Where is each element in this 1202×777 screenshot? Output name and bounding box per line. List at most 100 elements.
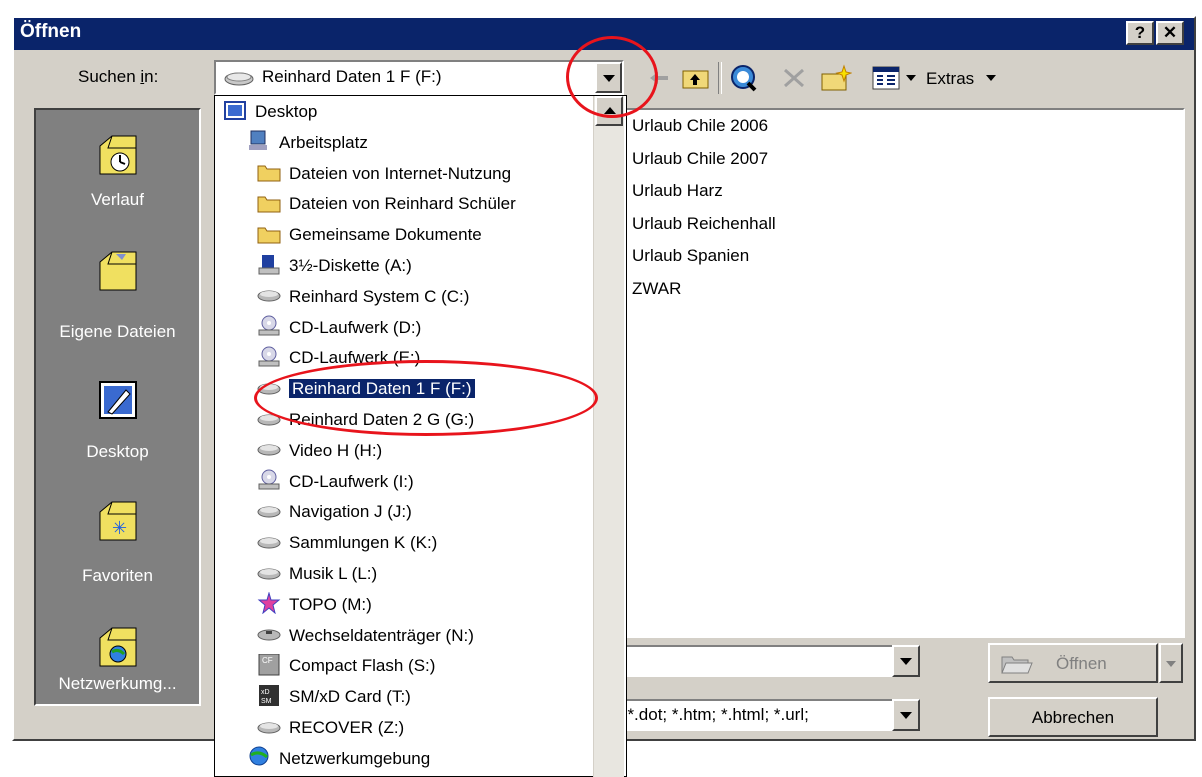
dropdown-item-label: CD-Laufwerk (D:) — [289, 317, 422, 337]
file-list-item[interactable]: Urlaub Chile 2007 — [632, 149, 768, 169]
file-list-item[interactable]: Urlaub Reichenhall — [632, 214, 776, 234]
dropdown-item[interactable]: Musik L (L:) — [257, 559, 377, 589]
favorites-folder-icon: ✳ — [99, 501, 137, 541]
views-dropdown-icon[interactable] — [906, 75, 916, 81]
dropdown-item-label: Wechseldatenträger (N:) — [289, 625, 474, 645]
dropdown-item-label: Reinhard System C (C:) — [289, 286, 470, 306]
hard-drive-icon — [257, 290, 281, 302]
dropdown-item[interactable]: 3½-Diskette (A:) — [257, 251, 412, 281]
close-button[interactable]: ✕ — [1156, 21, 1184, 45]
sidebar-item-desktop[interactable]: Desktop — [36, 366, 199, 476]
extras-dropdown-icon[interactable] — [986, 75, 996, 81]
dropdown-item[interactable]: Wechseldatenträger (N:) — [257, 621, 474, 651]
filename-input[interactable] — [610, 645, 902, 677]
hard-drive-icon — [224, 72, 254, 86]
hard-drive-icon — [257, 444, 281, 456]
dropdown-item[interactable]: Arbeitsplatz — [247, 128, 368, 158]
dropdown-item[interactable]: CD-Laufwerk (I:) — [257, 467, 414, 497]
sidebar-item-netzwerk[interactable]: Netzwerkumg... — [36, 610, 199, 706]
dropdown-item-label: CD-Laufwerk (I:) — [289, 471, 414, 491]
extras-menu[interactable]: Extras — [926, 69, 974, 89]
file-list-item[interactable]: Urlaub Spanien — [632, 246, 749, 266]
places-bar: Verlauf Eigene Dateien Desktop ✳ Favorit… — [34, 108, 201, 706]
folder-icon — [257, 196, 281, 213]
dropdown-item[interactable]: CF Compact Flash (S:) — [257, 651, 435, 681]
toolbar-separator — [718, 62, 722, 94]
sidebar-item-favoriten[interactable]: ✳ Favoriten — [36, 488, 199, 598]
help-button[interactable]: ? — [1126, 21, 1154, 45]
dropdown-item-label: Dateien von Internet-Nutzung — [289, 163, 512, 183]
search-web-icon[interactable] — [728, 64, 758, 92]
dropdown-item-label: TOPO (M:) — [289, 594, 372, 614]
dropdown-item[interactable]: Dateien von Internet-Nutzung — [257, 159, 511, 189]
smxd-card-icon: xD SM — [259, 684, 279, 706]
dropdown-item-label: Video H (H:) — [289, 440, 383, 460]
file-list-item[interactable]: Urlaub Chile 2006 — [632, 116, 768, 136]
topo-drive-icon — [257, 592, 281, 615]
hard-drive-icon — [257, 722, 281, 734]
floppy-drive-icon — [258, 254, 280, 275]
extras-label: Extras — [926, 69, 975, 88]
toolbar: Extras — [640, 62, 1060, 94]
annotation-circle — [254, 360, 598, 436]
svg-text:SM: SM — [261, 698, 272, 705]
file-list-item[interactable]: Urlaub Harz — [632, 181, 723, 201]
open-folder-icon — [1001, 656, 1033, 674]
network-folder-icon — [99, 627, 137, 667]
dropdown-item-label: Navigation J (J:) — [289, 502, 412, 522]
sidebar-item-eigene-dateien[interactable]: Eigene Dateien — [36, 238, 199, 348]
cancel-button[interactable]: Abbrechen — [988, 697, 1158, 737]
dropdown-item-label: Musik L (L:) — [289, 564, 378, 583]
sidebar-item-verlauf[interactable]: Verlauf — [36, 122, 199, 232]
up-folder-icon[interactable] — [682, 66, 710, 90]
folder-icon — [257, 227, 281, 244]
delete-icon[interactable] — [782, 67, 806, 89]
cd-drive-icon — [258, 315, 280, 336]
my-documents-folder-icon — [99, 251, 137, 291]
dropdown-item[interactable]: TOPO (M:) — [257, 590, 372, 620]
desktop-icon — [99, 381, 137, 419]
history-folder-icon — [99, 135, 137, 175]
hard-drive-icon — [257, 506, 281, 518]
chevron-down-icon — [1166, 661, 1176, 667]
svg-text:xD: xD — [261, 689, 270, 696]
dropdown-item-label: RECOVER (Z:) — [289, 718, 405, 737]
dropdown-scrollbar[interactable] — [593, 96, 624, 777]
filetype-select[interactable]: ; *.dot; *.htm; *.html; *.url; — [610, 699, 902, 731]
network-icon — [249, 746, 269, 766]
cd-drive-icon — [258, 469, 280, 490]
file-list[interactable]: Urlaub Chile 2006 Urlaub Chile 2007 Urlaub… — [622, 108, 1185, 638]
dropdown-item[interactable]: Sammlungen K (K:) — [257, 528, 437, 558]
dropdown-item-label: Desktop — [255, 102, 318, 121]
dropdown-item-label: Arbeitsplatz — [279, 132, 368, 152]
open-button[interactable]: Öffnen — [988, 643, 1158, 683]
views-icon[interactable] — [872, 66, 900, 90]
dropdown-item[interactable]: Gemeinsame Dokumente — [257, 220, 482, 250]
dropdown-item-label: Dateien von Reinhard Schüler — [289, 194, 516, 214]
new-folder-icon[interactable] — [820, 64, 852, 92]
dropdown-item[interactable]: RECOVER (Z:) — [257, 713, 404, 743]
removable-drive-icon — [257, 629, 281, 641]
sidebar-label: Eigene Dateien — [59, 322, 176, 341]
filetype-dropdown-arrow[interactable] — [892, 699, 920, 731]
folder-icon — [257, 165, 281, 182]
sidebar-label: Verlauf — [91, 190, 144, 209]
dropdown-item-label: Netzwerkumgebung — [279, 748, 431, 768]
dropdown-item[interactable]: Navigation J (J:) — [257, 497, 412, 527]
dropdown-item[interactable]: CD-Laufwerk (D:) — [257, 313, 421, 343]
annotation-circle — [566, 36, 658, 118]
sidebar-label: Desktop — [86, 442, 149, 461]
dropdown-item[interactable]: Reinhard System C (C:) — [257, 282, 469, 312]
open-options-button[interactable] — [1159, 643, 1183, 683]
dropdown-item[interactable]: Desktop — [223, 97, 317, 127]
filename-dropdown-arrow[interactable] — [892, 645, 920, 677]
hard-drive-icon — [257, 537, 281, 549]
file-list-item[interactable]: ZWAR — [632, 279, 681, 299]
lookin-dropdown-list[interactable]: Desktop Arbeitsplatz Dateien von Internet-… — [214, 95, 627, 777]
dropdown-item[interactable]: Netzwerkumgebung — [247, 744, 430, 774]
dropdown-item[interactable]: Dateien von Reinhard Schüler — [257, 189, 516, 219]
lookin-combobox[interactable]: Reinhard Daten 1 F (F:) — [214, 60, 624, 95]
hard-drive-icon — [257, 568, 281, 580]
dropdown-item[interactable]: xD SM SM/xD Card (T:) — [257, 682, 411, 712]
dropdown-item[interactable]: Video H (H:) — [257, 436, 382, 466]
